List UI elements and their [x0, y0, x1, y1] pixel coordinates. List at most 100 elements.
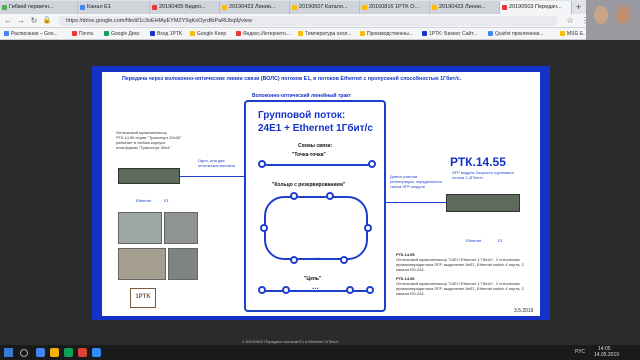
- tab-7[interactable]: 20190423 Линии...: [430, 1, 500, 14]
- windows-start-icon[interactable]: [4, 348, 13, 357]
- right-fiber-line: [386, 202, 446, 203]
- equipment-photo: [118, 212, 162, 244]
- tab-favicon-icon: [152, 5, 157, 10]
- taskbar-app-icon[interactable]: [92, 348, 101, 357]
- equipment-photo: [118, 248, 166, 280]
- ethernet-right-label: Ethernet: [466, 238, 482, 243]
- bookmark-icon: [560, 31, 565, 36]
- tab-favicon-icon: [292, 5, 297, 10]
- bookmark-11[interactable]: MSG E...: [560, 31, 587, 37]
- taskbar-app-icon[interactable]: [78, 348, 87, 357]
- bookmark-3[interactable]: Google Диск: [104, 31, 139, 37]
- tab-3[interactable]: 20190405 Видео...: [150, 1, 220, 14]
- bookmark-6[interactable]: Яндекс.Интернето...: [236, 31, 290, 37]
- e1-left-label: E1: [164, 198, 169, 203]
- note1-body: Оптический мультиплексор "24E1+Ethernet …: [396, 257, 524, 272]
- ring-ellipsis: ...: [314, 252, 321, 261]
- chain-ellipsis: ...: [312, 282, 319, 291]
- slide-date: 3.5.2019: [514, 308, 534, 314]
- logo: 1PTK: [130, 288, 156, 308]
- forward-icon[interactable]: →: [16, 16, 26, 25]
- node-icon: [346, 286, 354, 294]
- node-icon: [340, 256, 348, 264]
- webcam-overlay: [586, 0, 640, 40]
- point-to-point-line: [262, 164, 372, 166]
- tab-1[interactable]: Гибкий первичн...: [0, 1, 78, 14]
- bookmark-7[interactable]: Температура окол...: [298, 31, 351, 37]
- reload-icon[interactable]: ↻: [29, 16, 39, 25]
- tab-favicon-icon: [222, 5, 227, 10]
- bookmark-5[interactable]: Google Keep: [190, 31, 226, 37]
- url-field[interactable]: https://drive.google.com/file/d/1c3oEHfA…: [58, 16, 558, 26]
- left-fiber-line: [180, 176, 246, 177]
- bookmark-icon: [298, 31, 303, 36]
- address-bar-row: ← → ↻ 🔒 https://drive.google.com/file/d/…: [0, 14, 640, 28]
- right-device-image: [446, 194, 520, 212]
- regen-note: Длина участка регенерации, определяется …: [390, 174, 442, 189]
- bookmark-4[interactable]: Вход 1PTK: [150, 31, 182, 37]
- point-to-point-label: "Точка-точка": [292, 152, 326, 158]
- bookmark-10[interactable]: Quizlet проклеиени...: [488, 31, 543, 37]
- tab-8-active[interactable]: 20190503 Передач...: [500, 1, 572, 14]
- viewer-caption: 1 20190503 Передача потоков E1 и Etherne…: [242, 339, 339, 344]
- clock-date[interactable]: 14.05.2019: [594, 352, 619, 358]
- tab-favicon-icon: [2, 5, 7, 10]
- fiber-note: Одно, или два оптических волокна: [198, 158, 235, 168]
- bookmark-icon: [488, 31, 493, 36]
- node-icon: [282, 286, 290, 294]
- language-indicator[interactable]: РУС: [575, 349, 585, 355]
- bookmark-1[interactable]: Расписание – Goo...: [4, 31, 58, 37]
- bookmarks-bar: Расписание – Goo... Почта Google Диск Вх…: [0, 28, 640, 40]
- group-stream-title: Групповой поток:: [258, 110, 346, 121]
- bookmark-icon: [190, 31, 195, 36]
- taskbar: РУС 14:05 14.05.2019: [0, 345, 640, 360]
- right-device-desc: SFP модули Скорость группового потока 1,…: [452, 170, 515, 180]
- tab-favicon-icon: [502, 5, 507, 10]
- slide-title: Передача через волоконно-оптические лини…: [122, 76, 462, 82]
- trunk-label: Волоконно-оптический линейный тракт: [252, 93, 352, 99]
- node-icon: [260, 224, 268, 232]
- lock-icon: 🔒: [42, 17, 52, 24]
- bookmark-icon: [236, 31, 241, 36]
- bookmark-8[interactable]: Производственны...: [360, 31, 413, 37]
- node-icon: [290, 256, 298, 264]
- tab-5[interactable]: 20190507 Катало...: [290, 1, 360, 14]
- tab-2[interactable]: Канал E1: [78, 1, 150, 14]
- bookmark-icon: [360, 31, 365, 36]
- person-avatar: [616, 6, 630, 24]
- taskbar-app-icon[interactable]: [36, 348, 45, 357]
- ethernet-left-label: Ethernet: [136, 198, 152, 203]
- bookmark-icon: [422, 31, 427, 36]
- back-icon[interactable]: ←: [3, 16, 13, 25]
- right-device-title: РТК.14.55: [450, 155, 506, 169]
- node-icon: [290, 192, 298, 200]
- node-icon: [366, 286, 374, 294]
- ring-loop: [264, 196, 368, 260]
- person-avatar: [594, 6, 608, 24]
- node-icon: [258, 160, 266, 168]
- tab-6[interactable]: 20160816 1PTK O...: [360, 1, 430, 14]
- bookmark-icon: [150, 31, 155, 36]
- tab-4[interactable]: 20190423 Линии...: [220, 1, 290, 14]
- tab-favicon-icon: [432, 5, 437, 10]
- star-icon[interactable]: ☆: [565, 16, 575, 25]
- search-icon[interactable]: [20, 349, 28, 357]
- bookmark-9[interactable]: 1PTK: Бизнес Сайт...: [422, 31, 477, 37]
- equipment-photo: [164, 212, 198, 244]
- bookmark-2[interactable]: Почта: [72, 31, 93, 37]
- note2-body: Оптический мультиплексор "24E1+Ethernet …: [396, 281, 524, 296]
- taskbar-app-icon[interactable]: [64, 348, 73, 357]
- tab-bar: Гибкий первичн... Канал E1 20190405 Виде…: [0, 0, 640, 14]
- bookmark-icon: [104, 31, 109, 36]
- tab-favicon-icon: [362, 5, 367, 10]
- taskbar-app-icon[interactable]: [50, 348, 59, 357]
- tab-favicon-icon: [80, 5, 85, 10]
- schemes-label: Схемы связи:: [298, 143, 333, 149]
- bookmark-icon: [4, 31, 9, 36]
- ring-label: "Кольцо с резервированием": [272, 182, 346, 188]
- node-icon: [368, 160, 376, 168]
- e1-right-label: E1: [498, 238, 503, 243]
- node-icon: [364, 224, 372, 232]
- left-device-image: [118, 168, 180, 184]
- new-tab-button[interactable]: +: [576, 2, 581, 12]
